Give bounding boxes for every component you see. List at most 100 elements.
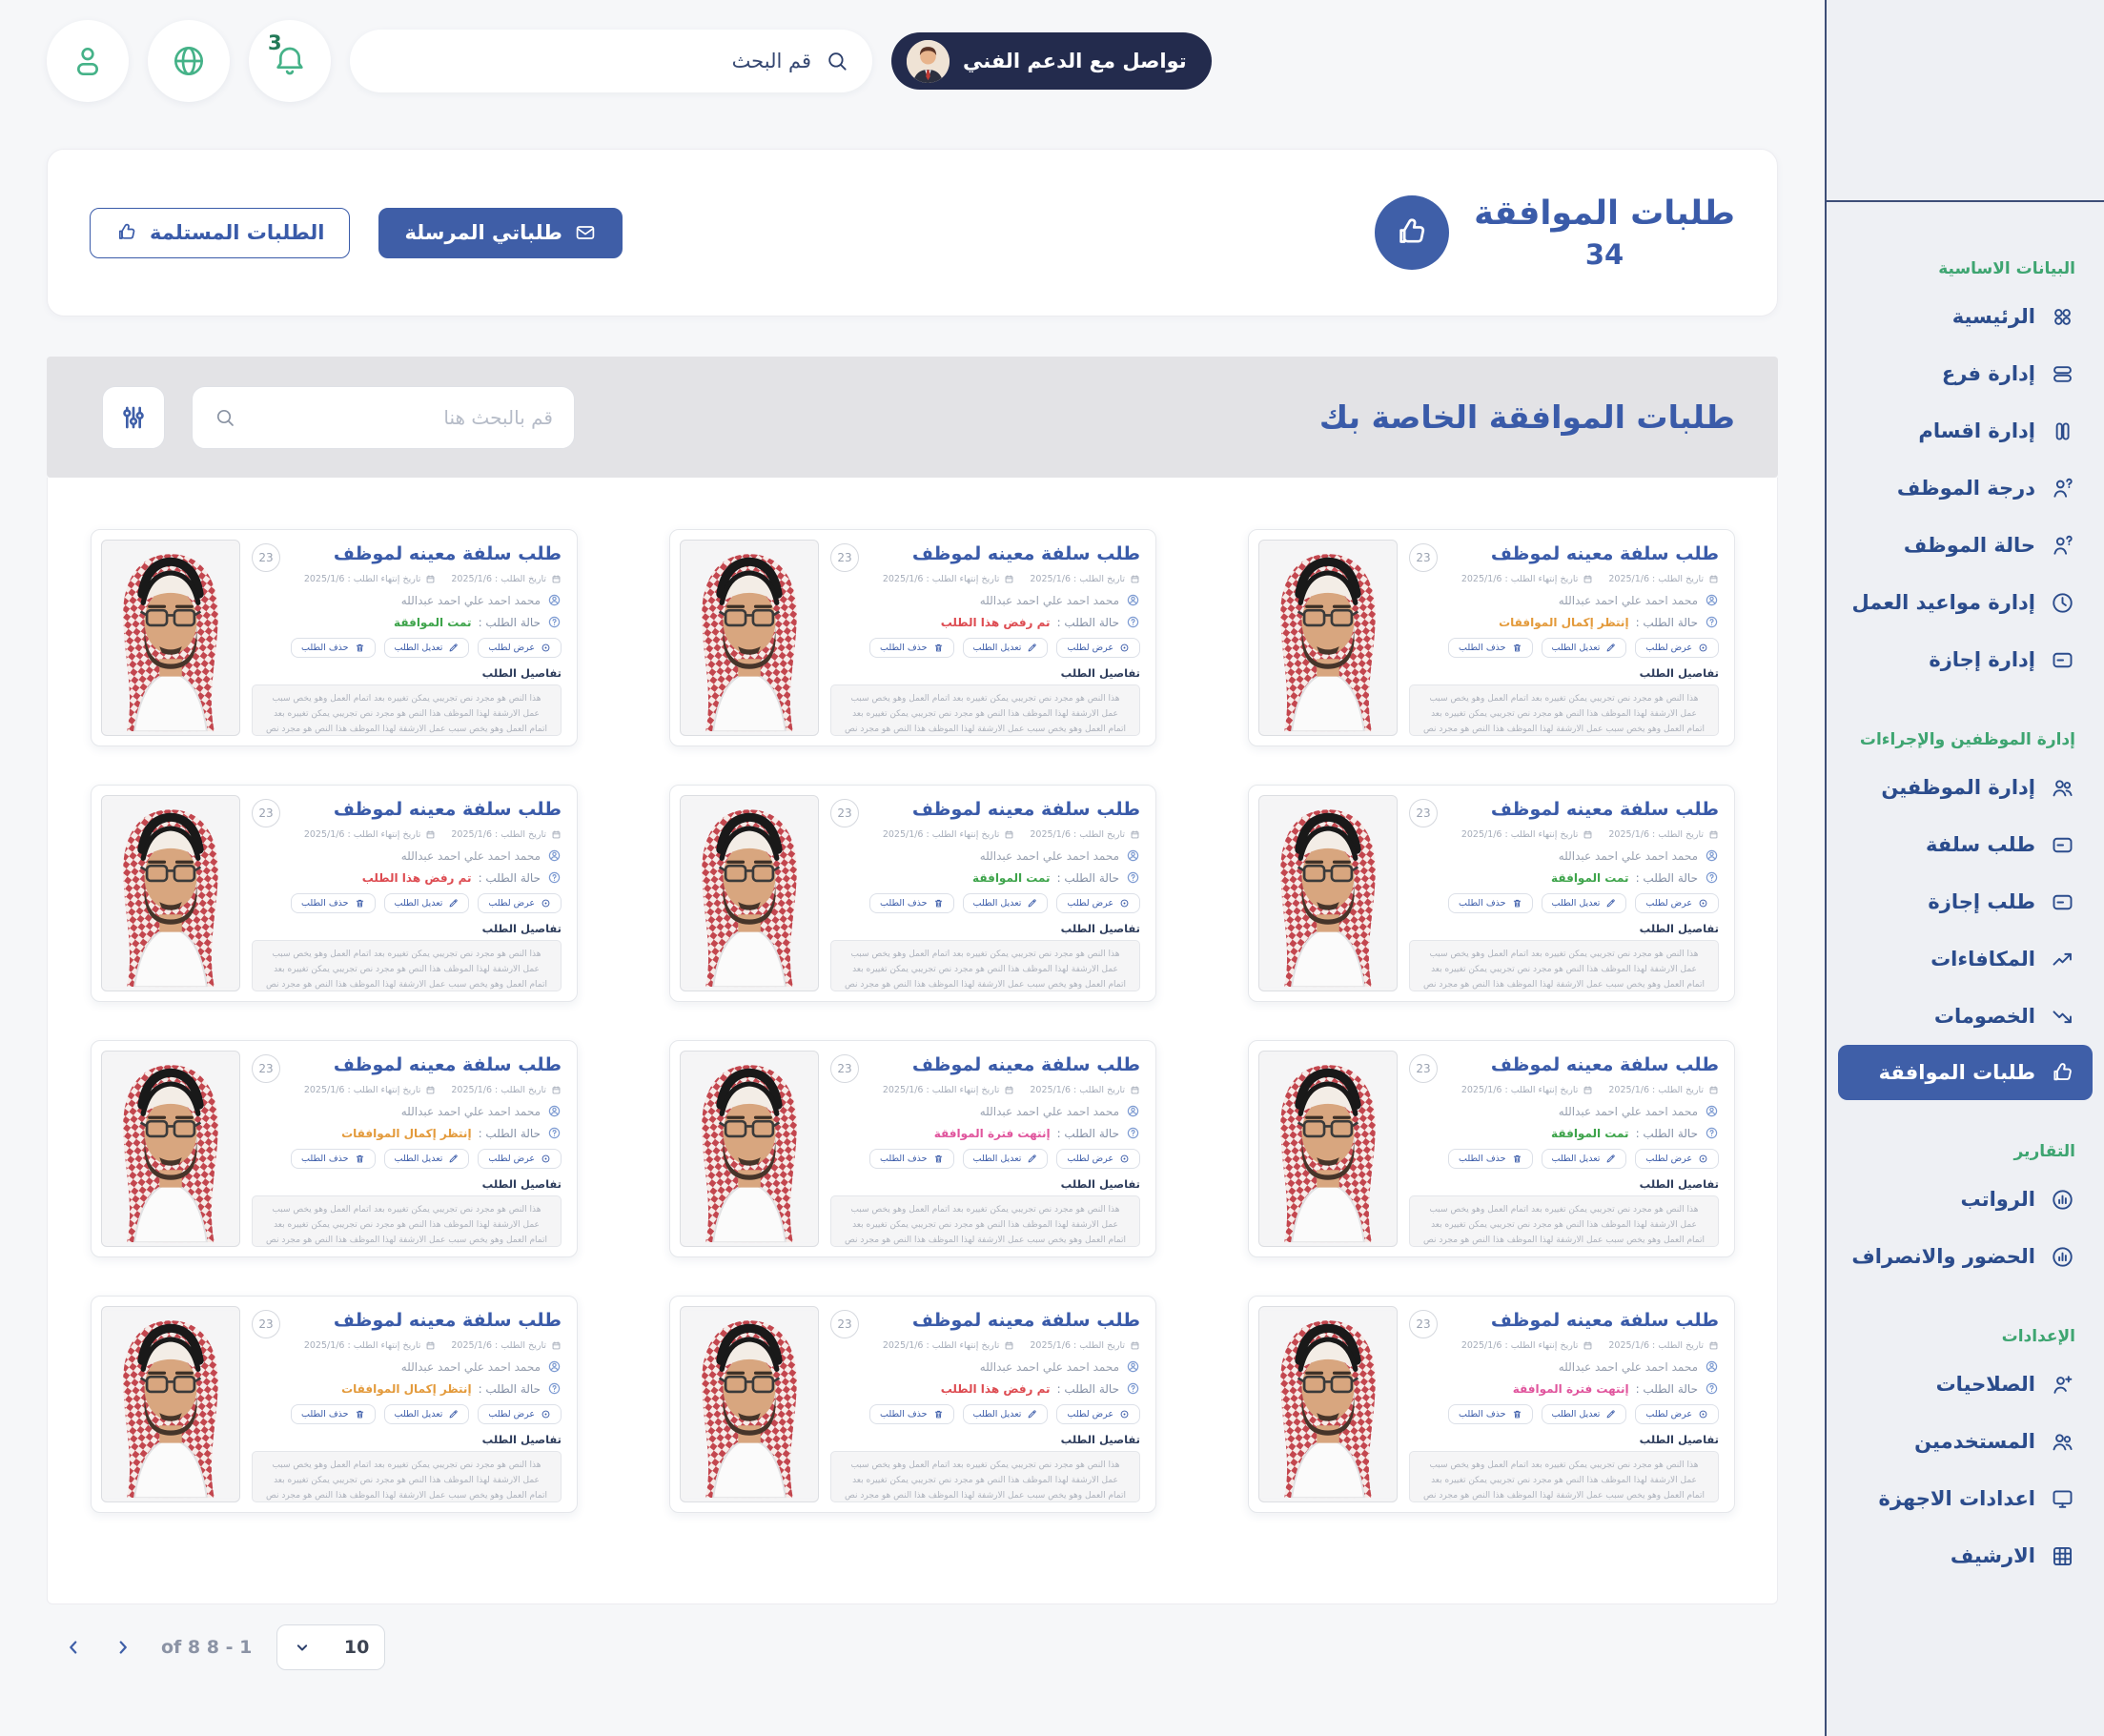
edit-request-button[interactable]: تعديل الطلب	[384, 1404, 470, 1424]
sent-requests-button[interactable]: طلباتي المرسلة	[378, 208, 622, 258]
edit-request-button[interactable]: تعديل الطلب	[963, 1149, 1049, 1169]
employee-photo	[101, 795, 240, 991]
edit-request-button[interactable]: تعديل الطلب	[963, 1404, 1049, 1424]
request-card: طلب سلفة معينه لموظف 23 تاريخ الطلب : 20…	[669, 529, 1156, 746]
calendar-icon	[1583, 829, 1593, 840]
sidebar-item-label: إدارة مواعيد العمل	[1852, 591, 2035, 614]
global-search-input[interactable]	[373, 50, 811, 72]
delete-request-button[interactable]: حذف الطلب	[869, 638, 954, 658]
ugrade-icon	[2050, 476, 2075, 501]
edit-request-button[interactable]: تعديل الطلب	[384, 893, 470, 913]
view-request-button[interactable]: عرض لطلب	[1635, 1404, 1719, 1424]
sidebar-item-label: طلب إجازة	[1928, 890, 2035, 913]
status-value: إنتهت فترة الموافقة	[934, 1127, 1051, 1140]
view-request-button[interactable]: عرض لطلب	[1056, 893, 1140, 913]
sidebar-item-leave-management[interactable]: إدارة إجازة	[1827, 631, 2104, 688]
delete-request-button[interactable]: حذف الطلب	[1448, 1149, 1533, 1169]
delete-request-button[interactable]: حذف الطلب	[291, 1404, 376, 1424]
sidebar-item-deductions[interactable]: الخصومات	[1827, 988, 2104, 1045]
trash-icon	[355, 898, 365, 909]
sidebar-item-label: إدارة إجازة	[1929, 648, 2035, 671]
support-button[interactable]: تواصل مع الدعم الفني	[891, 32, 1212, 90]
edit-request-button[interactable]: تعديل الطلب	[384, 638, 470, 658]
sidebar-item-archive[interactable]: الارشيف	[1827, 1527, 2104, 1584]
calendar-icon	[425, 829, 436, 840]
edit-icon	[1605, 643, 1616, 653]
view-request-button[interactable]: عرض لطلب	[1056, 638, 1140, 658]
delete-request-button[interactable]: حذف الطلب	[1448, 638, 1533, 658]
sidebar-item-work-schedule-management[interactable]: إدارة مواعيد العمل	[1827, 574, 2104, 631]
delete-request-button[interactable]: حذف الطلب	[869, 1149, 954, 1169]
profile-button[interactable]	[47, 20, 129, 102]
request-date: تاريخ الطلب : 2025/1/6	[451, 1085, 546, 1095]
sidebar-item-employee-grade[interactable]: درجة الموظف	[1827, 460, 2104, 517]
view-request-button[interactable]: عرض لطلب	[478, 1149, 562, 1169]
sidebar-item-branch-management[interactable]: إدارة فرع	[1827, 345, 2104, 402]
edit-request-button[interactable]: تعديل الطلب	[963, 638, 1049, 658]
previous-page-button[interactable]	[52, 1626, 94, 1668]
view-request-button[interactable]: عرض لطلب	[1635, 638, 1719, 658]
language-button[interactable]	[148, 20, 230, 102]
edit-request-button[interactable]: تعديل الطلب	[384, 1149, 470, 1169]
view-request-button[interactable]: عرض لطلب	[1056, 1149, 1140, 1169]
question-circle-icon	[547, 1126, 562, 1140]
globe-icon	[170, 42, 208, 80]
sidebar-item-leave-request[interactable]: طلب إجازة	[1827, 873, 2104, 930]
request-number-badge: 23	[252, 1054, 280, 1083]
view-request-button[interactable]: عرض لطلب	[1635, 1149, 1719, 1169]
request-details-text: هذا النص هو مجرد نص تجريبي يمكن تغييره ب…	[252, 1195, 562, 1247]
sidebar-item-advance-request[interactable]: طلب سلفة	[1827, 816, 2104, 873]
sidebar-item-label: الحضور والانصراف	[1851, 1245, 2035, 1268]
question-circle-icon	[1705, 1126, 1719, 1140]
status-label: حالة الطلب :	[479, 1382, 541, 1396]
edit-request-button[interactable]: تعديل الطلب	[1542, 1149, 1627, 1169]
employee-name: محمد احمد علي احمد عبدالله	[980, 1360, 1119, 1374]
card-title: طلب سلفة معينه لموظف	[1491, 799, 1719, 820]
notifications-button[interactable]: 3	[249, 20, 331, 102]
sidebar-item-rewards[interactable]: المكافاءات	[1827, 930, 2104, 988]
question-circle-icon	[547, 1381, 562, 1396]
edit-request-button[interactable]: تعديل الطلب	[963, 893, 1049, 913]
view-request-button[interactable]: عرض لطلب	[478, 1404, 562, 1424]
sidebar-item-employees-management[interactable]: إدارة الموظفين	[1827, 759, 2104, 816]
calendar-icon	[1004, 1340, 1014, 1351]
sidebar-item-employee-status[interactable]: حالة الموظف	[1827, 517, 2104, 574]
delete-request-button[interactable]: حذف الطلب	[291, 638, 376, 658]
requests-panel: طلب سلفة معينه لموظف 23 تاريخ الطلب : 20…	[47, 478, 1778, 1604]
employee-photo	[1258, 795, 1398, 991]
edit-request-button[interactable]: تعديل الطلب	[1542, 893, 1627, 913]
sidebar-item-attendance[interactable]: الحضور والانصراف	[1827, 1228, 2104, 1285]
delete-request-button[interactable]: حذف الطلب	[291, 1149, 376, 1169]
edit-icon	[1605, 1409, 1616, 1419]
list-search-input[interactable]	[248, 406, 553, 429]
sidebar-item-device-settings[interactable]: اعدادات الاجهزة	[1827, 1470, 2104, 1527]
eye-icon	[541, 898, 551, 909]
list-title: طلبات الموافقة الخاصة بك	[1319, 398, 1735, 436]
delete-request-button[interactable]: حذف الطلب	[1448, 893, 1533, 913]
page-size-select[interactable]: 10	[276, 1624, 385, 1670]
sidebar-item-permissions[interactable]: الصلاحيات	[1827, 1356, 2104, 1413]
sidebar-item-users[interactable]: المستخدمين	[1827, 1413, 2104, 1470]
delete-request-button[interactable]: حذف الطلب	[869, 893, 954, 913]
delete-request-button[interactable]: حذف الطلب	[1448, 1404, 1533, 1424]
sidebar-item-home[interactable]: الرئيسية	[1827, 288, 2104, 345]
mail-icon	[574, 221, 597, 244]
card-dates: تاريخ الطلب : 2025/1/6 تاريخ إنتهاء الطل…	[252, 1340, 562, 1351]
sidebar-item-salaries[interactable]: الرواتب	[1827, 1171, 2104, 1228]
status-value: إنتظر إكمال الموافقات	[341, 1382, 471, 1396]
filter-button[interactable]	[102, 386, 165, 449]
view-request-button[interactable]: عرض لطلب	[1056, 1404, 1140, 1424]
view-request-button[interactable]: عرض لطلب	[1635, 893, 1719, 913]
edit-request-button[interactable]: تعديل الطلب	[1542, 638, 1627, 658]
view-request-button[interactable]: عرض لطلب	[478, 893, 562, 913]
received-requests-button[interactable]: الطلبات المستلمة	[90, 208, 350, 258]
status-value: إنتظر إكمال الموافقات	[1499, 616, 1628, 629]
delete-request-button[interactable]: حذف الطلب	[291, 893, 376, 913]
view-request-button[interactable]: عرض لطلب	[478, 638, 562, 658]
sent-requests-label: طلباتي المرسلة	[404, 221, 562, 244]
next-page-button[interactable]	[102, 1626, 144, 1668]
sidebar-item-departments-management[interactable]: إدارة اقسام	[1827, 402, 2104, 460]
sidebar-item-approval-requests[interactable]: طلبات الموافقة	[1838, 1045, 2093, 1100]
delete-request-button[interactable]: حذف الطلب	[869, 1404, 954, 1424]
edit-request-button[interactable]: تعديل الطلب	[1542, 1404, 1627, 1424]
